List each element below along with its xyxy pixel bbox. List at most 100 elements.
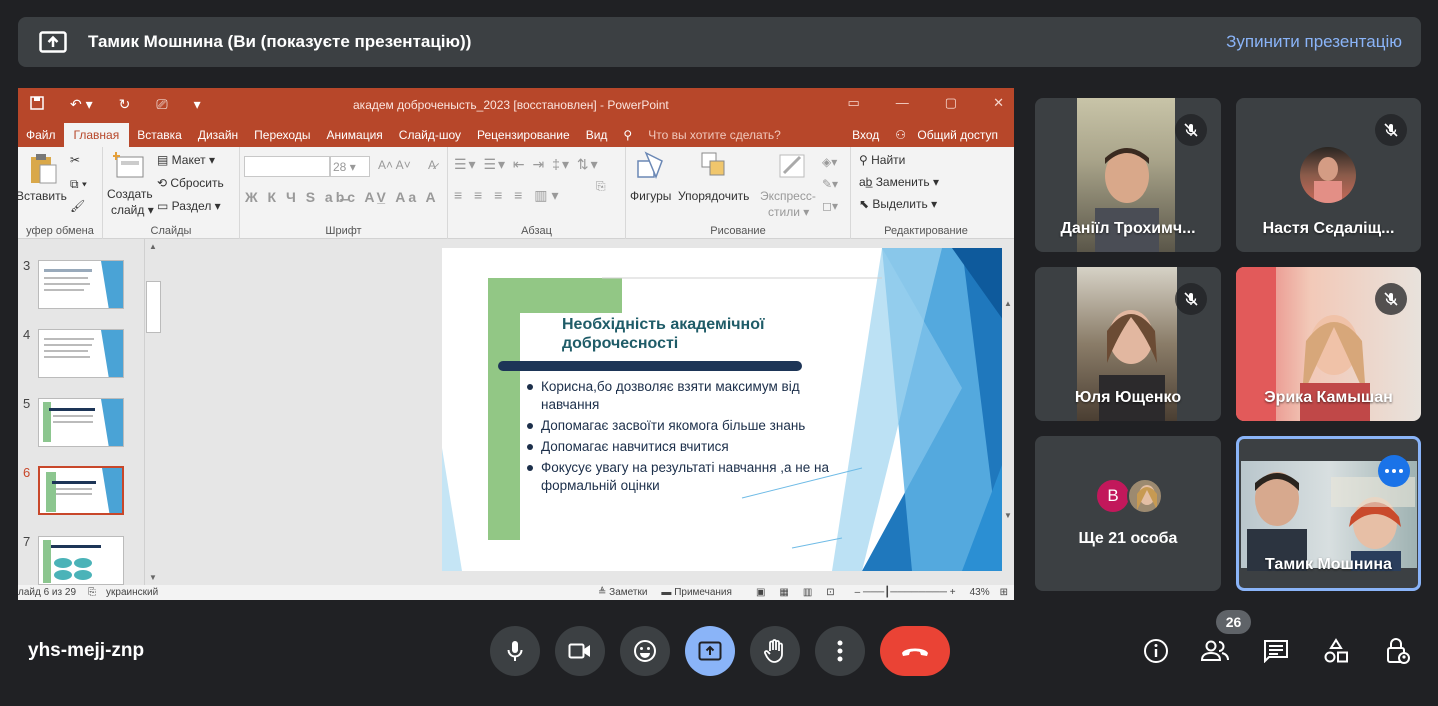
close-icon[interactable]: ✕	[993, 95, 1004, 111]
select-button[interactable]: ⬉ Выделить ▾	[859, 197, 937, 211]
copy-icon[interactable]: ⧉ ▾	[70, 177, 87, 192]
more-options-button[interactable]	[815, 626, 865, 676]
thumbnail-scroll-thumb[interactable]	[146, 281, 161, 333]
participant-tile[interactable]: Даніїл Трохимч...	[1035, 98, 1221, 252]
new-slide-icon[interactable]	[112, 151, 145, 182]
clear-format-icon[interactable]: A̷	[428, 158, 436, 172]
comments-button[interactable]: ▬ Примечания	[661, 587, 732, 598]
minimize-icon[interactable]: —	[896, 95, 909, 111]
language-indicator[interactable]: украинский	[106, 587, 158, 598]
thumbnail-scrollbar[interactable]: ▲ ▼	[144, 239, 161, 585]
meeting-details-button[interactable]	[1141, 636, 1171, 666]
host-controls-button[interactable]	[1383, 636, 1413, 666]
save-icon[interactable]	[30, 96, 44, 113]
notes-button[interactable]: ≜ Заметки	[598, 587, 647, 598]
participant-tile[interactable]: Настя Сєдаліщ...	[1236, 98, 1421, 252]
participant-name: Эрика Камышан	[1264, 389, 1393, 406]
font-name-dropdown[interactable]	[244, 156, 330, 177]
quick-styles-label-2: стили ▾	[768, 205, 810, 219]
tell-me-input[interactable]: Что вы хотите сделать?	[640, 128, 789, 147]
share-button[interactable]: ⚇ Общий доступ	[887, 128, 1014, 147]
scroll-down-icon[interactable]: ▼	[1004, 511, 1012, 520]
tab-file[interactable]: Файл	[18, 128, 64, 147]
fit-slide-icon[interactable]: ⊞	[1000, 587, 1008, 598]
slide-thumbnail-3[interactable]	[38, 260, 124, 309]
slide-thumbnail-7[interactable]	[38, 536, 124, 585]
font-size-dropdown[interactable]: 28 ▾	[330, 156, 370, 177]
camera-button[interactable]	[555, 626, 605, 676]
list-icons[interactable]: ☰▾ ☰▾ ⇤ ⇥ ‡▾ ⇅▾	[454, 156, 600, 173]
tab-view[interactable]: Вид	[578, 128, 616, 147]
slide-title[interactable]: Необхідність академічної доброчесності	[562, 315, 822, 353]
slideshow-from-start-icon[interactable]: ⎚	[156, 96, 167, 113]
slide-canvas[interactable]: Необхідність академічної доброчесності К…	[442, 248, 1014, 571]
more-options-button[interactable]	[1378, 455, 1410, 487]
view-buttons[interactable]: ▣▦▥⊡	[756, 587, 849, 598]
text-format-icons[interactable]: Ж К Ч S ab̶c AV̲ Aa A	[245, 189, 439, 205]
find-button[interactable]: ⚲ Найти	[859, 153, 905, 167]
paste-icon[interactable]	[28, 153, 58, 188]
maximize-icon[interactable]: ▢	[945, 95, 957, 111]
arrange-icon[interactable]	[696, 151, 730, 184]
tab-transitions[interactable]: Переходы	[246, 128, 318, 147]
raise-hand-button[interactable]	[750, 626, 800, 676]
activities-button[interactable]	[1321, 636, 1351, 666]
slide-bullet-list[interactable]: Корисна,бо дозволяє взяти максимум від н…	[527, 378, 837, 498]
signin-link[interactable]: Вход	[844, 128, 887, 147]
chat-icon	[1264, 640, 1288, 663]
avatar	[1300, 147, 1356, 203]
spellcheck-icon[interactable]: ⎘	[88, 587, 96, 598]
format-painter-icon[interactable]: 🖌	[70, 199, 85, 213]
mic-off-icon	[1175, 283, 1207, 315]
people-button[interactable]	[1200, 636, 1230, 666]
zoom-slider[interactable]: – ───┃──────── +	[855, 587, 956, 598]
scroll-up-icon[interactable]: ▲	[1004, 299, 1012, 308]
tab-animations[interactable]: Анимация	[318, 128, 390, 147]
more-participants-tile[interactable]: B Ще 21 особа	[1035, 436, 1221, 591]
shapes-icon[interactable]	[636, 151, 670, 184]
replace-button[interactable]: ab̲ Заменить ▾	[859, 175, 939, 189]
stop-presenting-button[interactable]: Зупинити презентацію	[1226, 32, 1402, 52]
tab-review[interactable]: Рецензирование	[469, 128, 578, 147]
tab-insert[interactable]: Вставка	[129, 128, 190, 147]
tab-design[interactable]: Дизайн	[190, 128, 246, 147]
leave-call-button[interactable]	[880, 626, 950, 676]
tab-home[interactable]: Главная	[63, 123, 130, 147]
fill-outline-effects-icons[interactable]: ◈▾ ✎▾ ◻▾	[822, 151, 838, 217]
self-view-tile[interactable]: Тамик Мошнина	[1236, 436, 1421, 591]
align-icons[interactable]: ≡ ≡ ≡ ≡ ▥▾	[454, 187, 563, 204]
participant-tile[interactable]: Эрика Камышан	[1236, 267, 1421, 421]
layout-button[interactable]: ▤ Макет ▾	[157, 153, 215, 167]
participant-tile[interactable]: Юля Ющенко	[1035, 267, 1221, 421]
quick-styles-button[interactable]: Экспресс-	[760, 189, 816, 203]
quick-styles-label-2-text: стили	[768, 205, 800, 219]
cut-icon[interactable]: ✂	[70, 153, 80, 167]
redo-icon[interactable]: ↻	[119, 96, 131, 113]
arrange-button[interactable]: Упорядочить	[678, 189, 749, 203]
reset-button[interactable]: ⟲ Сбросить	[157, 176, 224, 190]
new-slide-button[interactable]: Создать	[107, 187, 153, 201]
text-direction-icon[interactable]: ⎘	[596, 179, 606, 194]
grow-font-icon[interactable]: A˄ A˅	[378, 158, 411, 172]
present-now-button[interactable]	[685, 626, 735, 676]
scroll-down-icon[interactable]: ▼	[149, 573, 157, 582]
chat-button[interactable]	[1261, 636, 1291, 666]
ppt-title-bar: ↶ ▾ ↻ ⎚ ▾ академ доброченысть_2023 [восс…	[18, 88, 1014, 121]
ribbon-display-icon[interactable]: ▭	[848, 95, 860, 111]
undo-icon[interactable]: ↶ ▾	[70, 96, 93, 113]
customize-quick-access-icon[interactable]: ▾	[194, 96, 201, 113]
slide-bullet: Фокусує увагу на результаті навчання ,а …	[527, 459, 837, 495]
microphone-button[interactable]	[490, 626, 540, 676]
slide-thumbnail-4[interactable]	[38, 329, 124, 378]
quick-styles-icon[interactable]	[776, 151, 810, 184]
reactions-button[interactable]	[620, 626, 670, 676]
zoom-level[interactable]: 43%	[970, 587, 990, 598]
section-button[interactable]: ▭ Раздел ▾	[157, 199, 221, 213]
scroll-up-icon[interactable]: ▲	[149, 242, 157, 251]
slide-scrollbar[interactable]: ▲ ▼	[1002, 239, 1014, 585]
paste-button[interactable]: Вставить	[18, 189, 67, 203]
shapes-button[interactable]: Фигуры	[630, 189, 671, 203]
tab-slideshow[interactable]: Слайд-шоу	[391, 128, 469, 147]
slide-thumbnail-5[interactable]	[38, 398, 124, 447]
slide-thumbnail-6-selected[interactable]	[38, 466, 124, 515]
